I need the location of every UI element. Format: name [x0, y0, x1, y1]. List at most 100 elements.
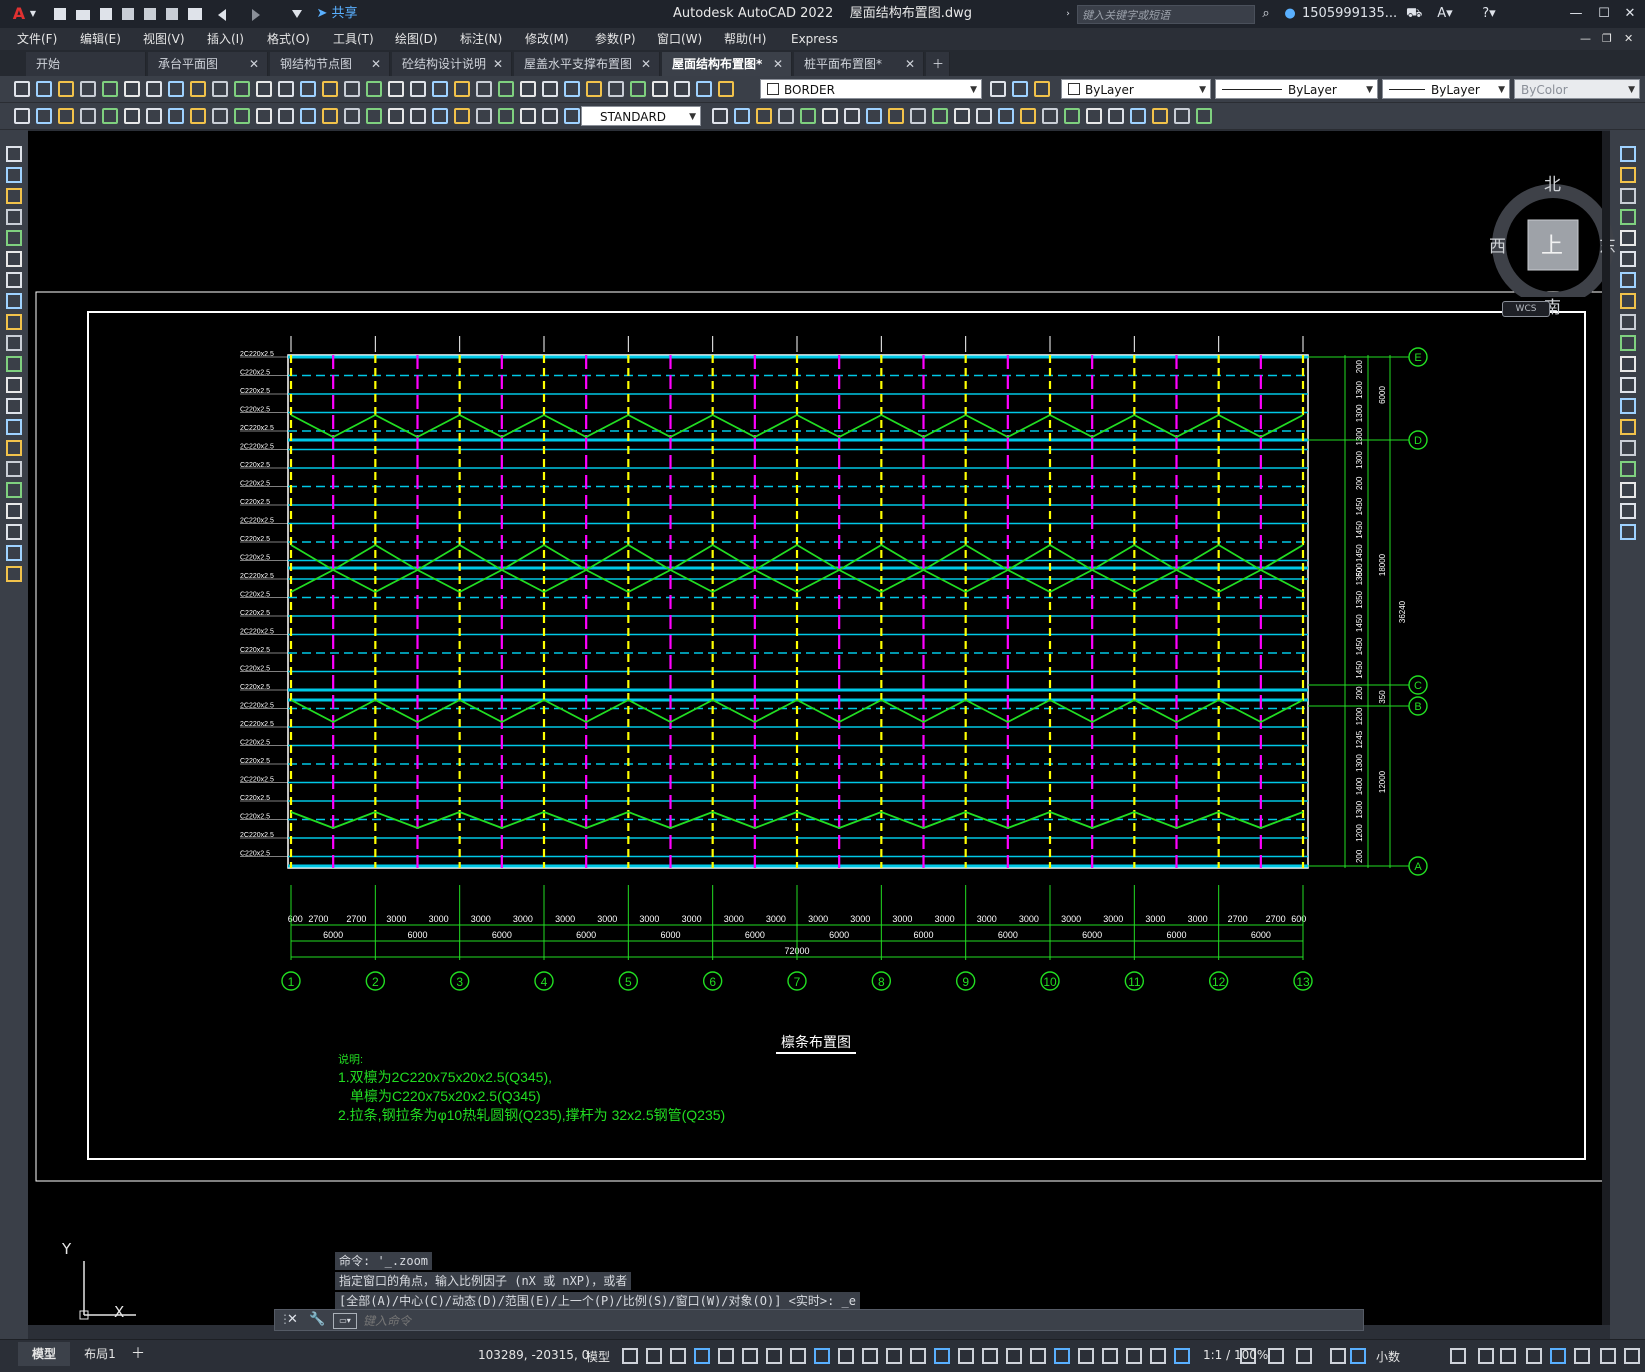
dimension-tool-24-icon[interactable]	[520, 108, 536, 124]
object-tool-3-icon[interactable]	[756, 108, 772, 124]
coordinate-readout[interactable]: 103289, -20315, 0	[478, 1348, 589, 1362]
dimension-tool-4-icon[interactable]	[80, 108, 96, 124]
help-icon[interactable]: ?▾	[1474, 4, 1504, 24]
tab-roof-structure[interactable]: 屋面结构布置图* ✕	[662, 52, 792, 76]
object-tool-11-icon[interactable]	[932, 108, 948, 124]
object-tool-10-icon[interactable]	[910, 108, 926, 124]
status-toggle-37-icon[interactable]	[1624, 1348, 1640, 1364]
dimension-tool-14-icon[interactable]	[300, 108, 316, 124]
status-toggle-2-icon[interactable]	[646, 1348, 662, 1364]
plotstyle-dropdown[interactable]: ByColor ▼	[1514, 79, 1640, 99]
dimension-tool-3-icon[interactable]	[58, 108, 74, 124]
search-expand-icon[interactable]: ›	[1062, 4, 1074, 24]
object-tool-20-icon[interactable]	[1130, 108, 1146, 124]
close-command-icon[interactable]: ✕	[287, 1312, 298, 1327]
search-icon[interactable]: ⌕	[1258, 4, 1274, 24]
menu-view[interactable]: 视图(V)	[143, 28, 185, 50]
draw-tool-11-icon[interactable]	[6, 356, 22, 372]
draw-tool-4-icon[interactable]	[6, 209, 22, 225]
status-toggle-18-icon[interactable]	[1030, 1348, 1046, 1364]
object-tool-5-icon[interactable]	[800, 108, 816, 124]
status-toggle-32-icon[interactable]	[1500, 1348, 1516, 1364]
dimension-tool-15-icon[interactable]	[322, 108, 338, 124]
standard-tool-4-icon[interactable]	[80, 81, 96, 97]
draw-tool-15-icon[interactable]	[6, 440, 22, 456]
status-toggle-20-icon[interactable]	[1078, 1348, 1094, 1364]
autodesk-app-icon[interactable]: A▾	[1430, 4, 1460, 24]
standard-tool-5-icon[interactable]	[102, 81, 118, 97]
add-layout-button[interactable]: ＋	[126, 1342, 150, 1366]
status-toggle-23-icon[interactable]	[1150, 1348, 1166, 1364]
draw-tool-17-icon[interactable]	[6, 482, 22, 498]
standard-tool-8-icon[interactable]	[168, 81, 184, 97]
dimension-tool-25-icon[interactable]	[542, 108, 558, 124]
standard-tool-22-icon[interactable]	[476, 81, 492, 97]
status-toggle-11-icon[interactable]	[862, 1348, 878, 1364]
color-dropdown[interactable]: ByLayer ▼	[1061, 79, 1211, 99]
vertical-scrollbar[interactable]	[1602, 131, 1610, 1325]
tab-pile-cap-plan[interactable]: 承台平面图 ✕	[148, 52, 268, 76]
status-toggle-34-icon[interactable]	[1550, 1348, 1566, 1364]
status-toggle-1-icon[interactable]	[622, 1348, 638, 1364]
menu-dimension[interactable]: 标注(N)	[460, 28, 502, 50]
object-tool-21-icon[interactable]	[1152, 108, 1168, 124]
minimize-icon[interactable]: —	[1566, 4, 1586, 24]
modify-tool-10-icon[interactable]	[1620, 335, 1636, 351]
status-toggle-16-icon[interactable]	[982, 1348, 998, 1364]
modify-tool-18-icon[interactable]	[1620, 503, 1636, 519]
close-icon[interactable]: ✕	[249, 52, 259, 76]
layer-tool-1-icon[interactable]	[990, 81, 1006, 97]
close-icon[interactable]: ✕	[371, 52, 381, 76]
status-toggle-8-icon[interactable]	[790, 1348, 806, 1364]
modify-tool-9-icon[interactable]	[1620, 314, 1636, 330]
draw-tool-21-icon[interactable]	[6, 566, 22, 582]
object-tool-9-icon[interactable]	[888, 108, 904, 124]
object-tool-8-icon[interactable]	[866, 108, 882, 124]
dimension-tool-18-icon[interactable]	[388, 108, 404, 124]
status-toggle-35-icon[interactable]	[1574, 1348, 1590, 1364]
tab-steel-node[interactable]: 钢结构节点图 ✕	[270, 52, 390, 76]
standard-tool-2-icon[interactable]	[36, 81, 52, 97]
standard-tool-24-icon[interactable]	[520, 81, 536, 97]
viewcube-top-face[interactable]: 上	[1541, 228, 1563, 260]
standard-tool-25-icon[interactable]	[542, 81, 558, 97]
model-space-button[interactable]: 模型	[586, 1348, 610, 1365]
dimension-tool-17-icon[interactable]	[366, 108, 382, 124]
status-toggle-26-icon[interactable]	[1268, 1348, 1284, 1364]
dimension-tool-12-icon[interactable]	[256, 108, 272, 124]
standard-tool-26-icon[interactable]	[564, 81, 580, 97]
viewcube-west[interactable]: 西	[1489, 232, 1506, 257]
customize-wrench-icon[interactable]: 🔧	[309, 1312, 325, 1327]
dimstyle-dropdown[interactable]: STANDARD ▼	[581, 106, 701, 126]
dimension-tool-5-icon[interactable]	[102, 108, 118, 124]
menu-format[interactable]: 格式(O)	[267, 28, 310, 50]
dimension-tool-16-icon[interactable]	[344, 108, 360, 124]
standard-tool-19-icon[interactable]	[410, 81, 426, 97]
close-icon[interactable]: ✕	[641, 52, 651, 76]
status-toggle-27-icon[interactable]	[1296, 1348, 1312, 1364]
status-toggle-12-icon[interactable]	[886, 1348, 902, 1364]
object-tool-13-icon[interactable]	[976, 108, 992, 124]
status-toggle-9-icon[interactable]	[814, 1348, 830, 1364]
standard-tool-9-icon[interactable]	[190, 81, 206, 97]
status-toggle-7-icon[interactable]	[766, 1348, 782, 1364]
maximize-icon[interactable]: ☐	[1594, 4, 1614, 24]
draw-tool-3-icon[interactable]	[6, 188, 22, 204]
status-toggle-13-icon[interactable]	[910, 1348, 926, 1364]
status-toggle-36-icon[interactable]	[1600, 1348, 1616, 1364]
draw-tool-1-icon[interactable]	[6, 146, 22, 162]
draw-tool-18-icon[interactable]	[6, 503, 22, 519]
modify-tool-12-icon[interactable]	[1620, 377, 1636, 393]
units-dropdown[interactable]: 小数	[1376, 1348, 1400, 1365]
menu-window[interactable]: 窗口(W)	[657, 28, 702, 50]
command-input[interactable]	[361, 1311, 1360, 1331]
tab-layout1[interactable]: 布局1	[74, 1342, 126, 1366]
dimension-tool-10-icon[interactable]	[212, 108, 228, 124]
menu-insert[interactable]: 插入(I)	[207, 28, 244, 50]
draw-tool-7-icon[interactable]	[6, 272, 22, 288]
dimension-tool-23-icon[interactable]	[498, 108, 514, 124]
dimension-tool-11-icon[interactable]	[234, 108, 250, 124]
layer-tool-2-icon[interactable]	[1012, 81, 1028, 97]
tab-concrete-notes[interactable]: 砼结构设计说明 ✕	[392, 52, 512, 76]
layer-tool-3-icon[interactable]	[1034, 81, 1050, 97]
